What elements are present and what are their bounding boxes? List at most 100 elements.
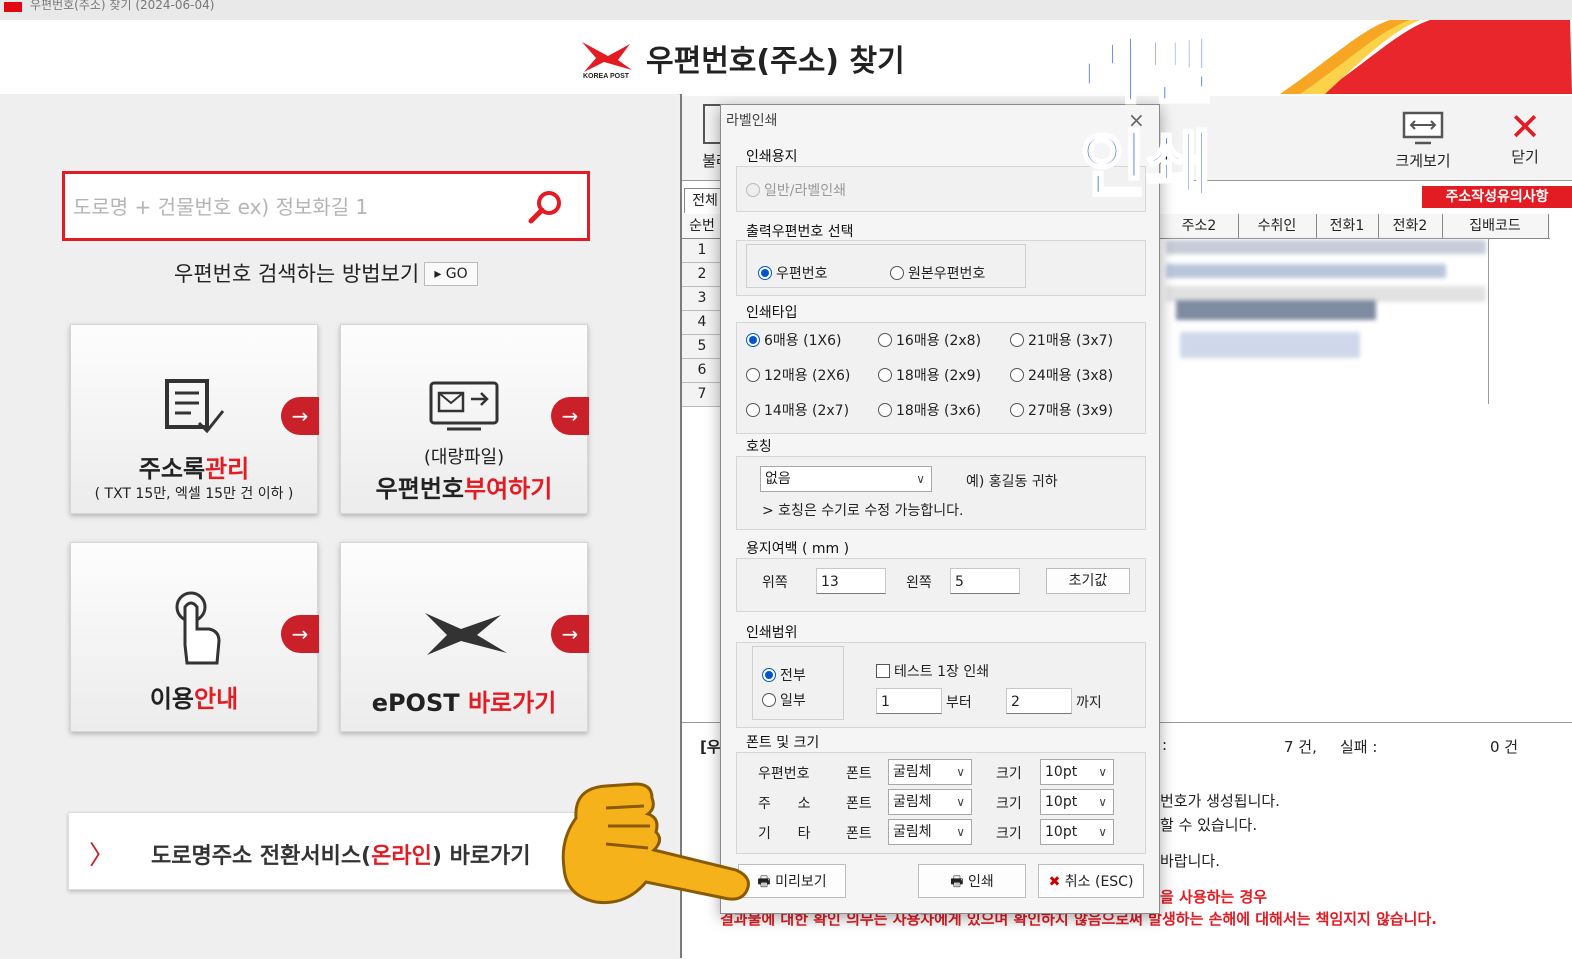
radio-print-type[interactable]: 16매용 (2x8): [878, 330, 981, 350]
radio-icon: [878, 403, 892, 417]
radio-print-type[interactable]: 6매용 (1X6): [746, 330, 841, 350]
radio-zipcode[interactable]: 우편번호: [758, 263, 828, 283]
radio-print-type[interactable]: 27매용 (3x9): [1010, 400, 1113, 420]
range-to-label: 까지: [1076, 695, 1102, 711]
range-from-input[interactable]: 1: [876, 688, 942, 714]
bottom-link-suffix: ) 바로가기: [431, 844, 531, 869]
blurred-data: [1166, 264, 1446, 278]
radio-icon: [878, 333, 892, 347]
group-title: 인쇄범위: [746, 625, 798, 641]
size-select[interactable]: 10pt ∨: [1040, 819, 1114, 845]
status-note: 할 수 있습니다.: [1160, 816, 1258, 834]
arrow-right-icon: →: [551, 615, 589, 653]
table-row-number: 4: [682, 311, 722, 335]
radio-print-type[interactable]: 24매용 (3x8): [1010, 365, 1113, 385]
status-colon: :: [1162, 736, 1168, 754]
status-fail-count: 0 건: [1490, 738, 1519, 756]
blurred-data: [1166, 240, 1486, 254]
search-icon[interactable]: [525, 188, 565, 228]
honorific-select[interactable]: 없음 ∨: [760, 466, 932, 492]
tile-title-red: 부여하기: [464, 475, 553, 503]
radio-print-type[interactable]: 21매용 (3x7): [1010, 330, 1113, 350]
arrow-right-icon: →: [551, 397, 589, 435]
monitor-expand-icon: [1402, 111, 1444, 145]
address-notice-button[interactable]: 주소작성유의사항: [1422, 186, 1572, 208]
radio-print-type[interactable]: 12매용 (2X6): [746, 365, 850, 385]
touch-hand-icon: [175, 591, 221, 665]
grid-divider: [1488, 238, 1549, 404]
tile-title-red: 안내: [194, 685, 239, 713]
font-select[interactable]: 굴림체 ∨: [888, 759, 972, 785]
chevron-down-icon: ∨: [1098, 795, 1107, 809]
radio-range-partial[interactable]: 일부: [762, 690, 806, 710]
radio-original-zipcode[interactable]: 원본우편번호: [890, 263, 985, 283]
font-value: 굴림체: [893, 794, 932, 810]
radio-icon: [762, 668, 776, 682]
search-howto-link[interactable]: 우편번호 검색하는 방법보기: [174, 258, 419, 288]
header-decoration-stripes: [1280, 20, 1572, 94]
search-input[interactable]: [71, 188, 525, 226]
size-select[interactable]: 10pt ∨: [1040, 789, 1114, 815]
radio-print-type[interactable]: 14매용 (2x7): [746, 400, 849, 420]
test-print-checkbox[interactable]: 테스트 1장 인쇄: [876, 661, 989, 681]
tile-title-black: 우편번호: [375, 475, 464, 503]
tile-title: 주소록관리: [71, 449, 317, 484]
reset-button[interactable]: 초기값: [1046, 568, 1130, 594]
cancel-x-icon: ✖: [1048, 874, 1061, 890]
window-titlebar: 우편번호(주소) 찾기 (2024-06-04): [0, 0, 1572, 20]
radio-icon: [1010, 368, 1024, 382]
margin-top-input[interactable]: 13: [816, 568, 886, 594]
zoom-button[interactable]: 크게보기: [1388, 110, 1458, 171]
close-label: 닫기: [1511, 148, 1539, 166]
group-title: 인쇄타입: [746, 305, 798, 321]
preview-label: 미리보기: [775, 874, 827, 890]
radio-icon: [746, 183, 760, 197]
tile-title-red: 바로가기: [467, 689, 557, 717]
chevron-down-icon: ∨: [916, 472, 925, 486]
zoom-label: 크게보기: [1395, 152, 1451, 170]
font-row-label: 주 소: [758, 796, 811, 812]
radio-icon: [762, 693, 776, 707]
radio-print-type[interactable]: 18매용 (3x6): [878, 400, 981, 420]
dialog-title: 라벨인쇄: [726, 113, 778, 129]
radio-label: 일부: [780, 693, 806, 709]
range-to-input[interactable]: 2: [1006, 688, 1072, 714]
tile-usage-guide[interactable]: 이용안내 →: [70, 542, 319, 732]
radio-print-type[interactable]: 18매용 (2x9): [878, 365, 981, 385]
paper-option-label: 일반/라벨인쇄: [764, 183, 846, 199]
close-x-icon: ✕: [1509, 105, 1541, 149]
cancel-button[interactable]: ✖ 취소 (ESC): [1038, 864, 1144, 898]
range-from-label: 부터: [946, 695, 972, 711]
radio-icon: [1010, 403, 1024, 417]
radio-range-all[interactable]: 전부: [762, 665, 806, 685]
size-label: 크기: [996, 766, 1022, 782]
korea-post-logo-icon: KOREA POST: [582, 42, 632, 80]
paper-option[interactable]: 일반/라벨인쇄: [746, 180, 846, 200]
tile-address-book[interactable]: 주소록관리 ( TXT 15만, 엑셀 15만 건 이하 ) →: [70, 324, 319, 514]
status-fail-label: 실패 :: [1340, 738, 1378, 756]
window-title: 우편번호(주소) 찾기 (2024-06-04): [30, 0, 215, 12]
chevron-down-icon: ∨: [956, 825, 965, 839]
font-select[interactable]: 굴림체 ∨: [888, 819, 972, 845]
margin-left-input[interactable]: 5: [950, 568, 1020, 594]
radio-icon: [890, 266, 904, 280]
overlay-line: 인쇄: [1079, 122, 1214, 209]
column-header: 주소2: [1160, 214, 1239, 238]
font-select[interactable]: 굴림체 ∨: [888, 789, 972, 815]
tile-subtitle: ( TXT 15만, 엑셀 15만 건 이하 ): [94, 486, 294, 502]
font-row-label: 우편번호: [758, 766, 810, 782]
column-header: 전화1: [1316, 214, 1379, 238]
tile-subtitle: (대량파일): [423, 447, 505, 468]
print-button[interactable]: 🖶 인쇄: [918, 864, 1026, 898]
close-button[interactable]: ✕ 닫기: [1500, 108, 1550, 167]
road-address-conversion-link[interactable]: 〉 도로명주소 전환서비스(온라인) 바로가기: [68, 812, 590, 890]
tile-bulk-zipcode[interactable]: (대량파일) 우편번호부여하기 →: [340, 324, 589, 514]
radio-label: 전부: [780, 668, 806, 684]
tile-title-black: ePOST: [371, 689, 468, 717]
overlay-line: 라벨: [1079, 28, 1214, 115]
go-button[interactable]: ▸ GO: [424, 262, 478, 286]
size-select[interactable]: 10pt ∨: [1040, 759, 1114, 785]
status-note: 바랍니다.: [1160, 852, 1220, 870]
tile-epost[interactable]: ePOST 바로가기 →: [340, 542, 589, 732]
table-row-number: 6: [682, 359, 722, 383]
